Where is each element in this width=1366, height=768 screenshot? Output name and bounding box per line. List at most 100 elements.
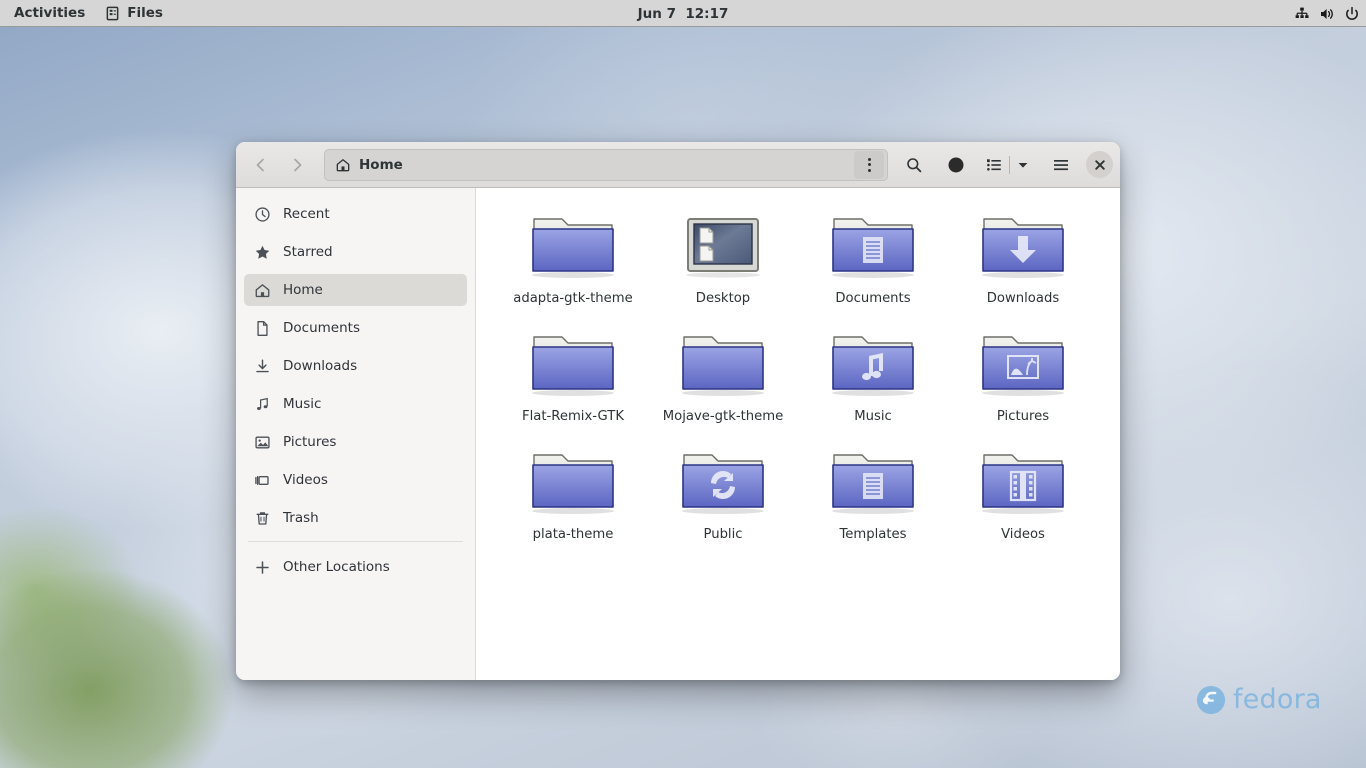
activities-button[interactable]: Activities: [4, 0, 95, 27]
window-headerbar: Home: [236, 142, 1120, 188]
sidebar-item-recent[interactable]: Recent: [244, 198, 467, 230]
sidebar-item-label: Videos: [283, 472, 328, 488]
sidebar-item-pictures[interactable]: Pictures: [244, 426, 467, 458]
file-item[interactable]: Downloads: [948, 206, 1098, 306]
file-item[interactable]: Flat-Remix-GTK: [498, 324, 648, 424]
places-sidebar: Recent Starred Home Documents Downloads …: [236, 188, 476, 680]
search-icon: [905, 156, 923, 174]
chevron-left-icon: [252, 156, 270, 174]
folder-icon: [525, 206, 621, 282]
gnome-top-bar: Activities Files Jun 7 12:17: [0, 0, 1366, 27]
folder-icon: [975, 206, 1071, 282]
file-name-label: plata-theme: [532, 527, 614, 542]
music-icon: [254, 396, 271, 413]
star-icon: [254, 244, 271, 261]
plus-icon: [254, 559, 271, 576]
activities-label: Activities: [14, 5, 86, 21]
files-icon: [105, 6, 120, 21]
desktop-icon: [675, 206, 771, 282]
folder-icon: [825, 442, 921, 518]
file-name-label: Downloads: [986, 291, 1060, 306]
sidebar-item-label: Downloads: [283, 358, 358, 374]
sidebar-item-label: Other Locations: [283, 559, 390, 575]
icon-grid: adapta-gtk-theme Desktop Documents Downl…: [498, 206, 1098, 542]
fedora-watermark: fedora: [1196, 684, 1322, 715]
sidebar-item-other-locations[interactable]: Other Locations: [244, 551, 467, 583]
file-item[interactable]: adapta-gtk-theme: [498, 206, 648, 306]
close-button[interactable]: [1086, 151, 1113, 178]
list-view-icon: [985, 156, 1003, 174]
sidebar-item-home[interactable]: Home: [244, 274, 467, 306]
network-wired-icon: [1294, 6, 1310, 22]
sidebar-item-starred[interactable]: Starred: [244, 236, 467, 268]
clock-label: Jun 7 12:17: [637, 5, 729, 22]
circle-filled-icon: [947, 156, 965, 174]
app-menu-files[interactable]: Files: [95, 0, 173, 27]
video-icon: [254, 472, 271, 489]
trash-icon: [254, 510, 271, 527]
file-item[interactable]: Public: [648, 442, 798, 542]
fedora-watermark-text: fedora: [1233, 684, 1322, 715]
clock-button[interactable]: Jun 7 12:17: [638, 0, 729, 27]
sidebar-item-trash[interactable]: Trash: [244, 502, 467, 534]
files-window: Home Recent Starred Home Documents Downl…: [236, 142, 1120, 680]
app-name-label: Files: [127, 5, 163, 21]
chevron-right-icon: [288, 156, 306, 174]
file-name-label: Public: [703, 527, 743, 542]
forward-button[interactable]: [280, 150, 314, 180]
file-item[interactable]: plata-theme: [498, 442, 648, 542]
folder-icon: [675, 442, 771, 518]
folder-icon: [675, 324, 771, 400]
home-icon: [254, 282, 271, 299]
document-emblem: [863, 237, 883, 263]
file-item[interactable]: Desktop: [648, 206, 798, 306]
sidebar-item-videos[interactable]: Videos: [244, 464, 467, 496]
document-icon: [254, 320, 271, 337]
file-item[interactable]: Documents: [798, 206, 948, 306]
list-view-button[interactable]: [980, 150, 1008, 180]
window-body: Recent Starred Home Documents Downloads …: [236, 188, 1120, 680]
sidebar-item-downloads[interactable]: Downloads: [244, 350, 467, 382]
fedora-logo-icon: [1196, 685, 1226, 715]
path-options-button[interactable]: [854, 150, 884, 179]
download-icon: [254, 358, 271, 375]
file-item[interactable]: Mojave-gtk-theme: [648, 324, 798, 424]
breadcrumb-home[interactable]: Home: [335, 157, 403, 173]
file-name-label: Mojave-gtk-theme: [662, 409, 784, 424]
folder-icon: [825, 324, 921, 400]
close-icon: [1094, 159, 1106, 171]
search-button[interactable]: [898, 150, 930, 180]
back-button[interactable]: [244, 150, 278, 180]
sidebar-item-label: Pictures: [283, 434, 337, 450]
sidebar-item-label: Trash: [283, 510, 319, 526]
sidebar-item-documents[interactable]: Documents: [244, 312, 467, 344]
home-icon: [335, 157, 351, 173]
view-options-dropdown[interactable]: [1011, 150, 1035, 180]
sidebar-item-music[interactable]: Music: [244, 388, 467, 420]
file-item[interactable]: Templates: [798, 442, 948, 542]
sidebar-item-label: Documents: [283, 320, 360, 336]
toolbar-separator: [1009, 155, 1010, 174]
sidebar-item-label: Recent: [283, 206, 330, 222]
file-name-label: Flat-Remix-GTK: [522, 409, 624, 424]
file-name-label: adapta-gtk-theme: [513, 291, 633, 306]
document-emblem: [863, 473, 883, 499]
path-bar[interactable]: Home: [324, 148, 888, 181]
file-item[interactable]: Videos: [948, 442, 1098, 542]
main-menu-button[interactable]: [1045, 150, 1077, 180]
sidebar-divider: [248, 541, 463, 542]
breadcrumb-label: Home: [359, 156, 403, 173]
folder-icon: [525, 442, 621, 518]
file-item[interactable]: Pictures: [948, 324, 1098, 424]
volume-icon: [1319, 6, 1335, 22]
file-name-label: Desktop: [695, 291, 751, 306]
folder-icon: [825, 206, 921, 282]
file-name-label: Documents: [835, 291, 911, 306]
file-name-label: Templates: [839, 527, 907, 542]
sidebar-item-label: Home: [283, 282, 323, 298]
system-status-area[interactable]: [1294, 0, 1360, 27]
grid-view-button[interactable]: [940, 150, 972, 180]
file-view: adapta-gtk-theme Desktop Documents Downl…: [476, 188, 1120, 680]
folder-icon: [975, 324, 1071, 400]
file-item[interactable]: Music: [798, 324, 948, 424]
